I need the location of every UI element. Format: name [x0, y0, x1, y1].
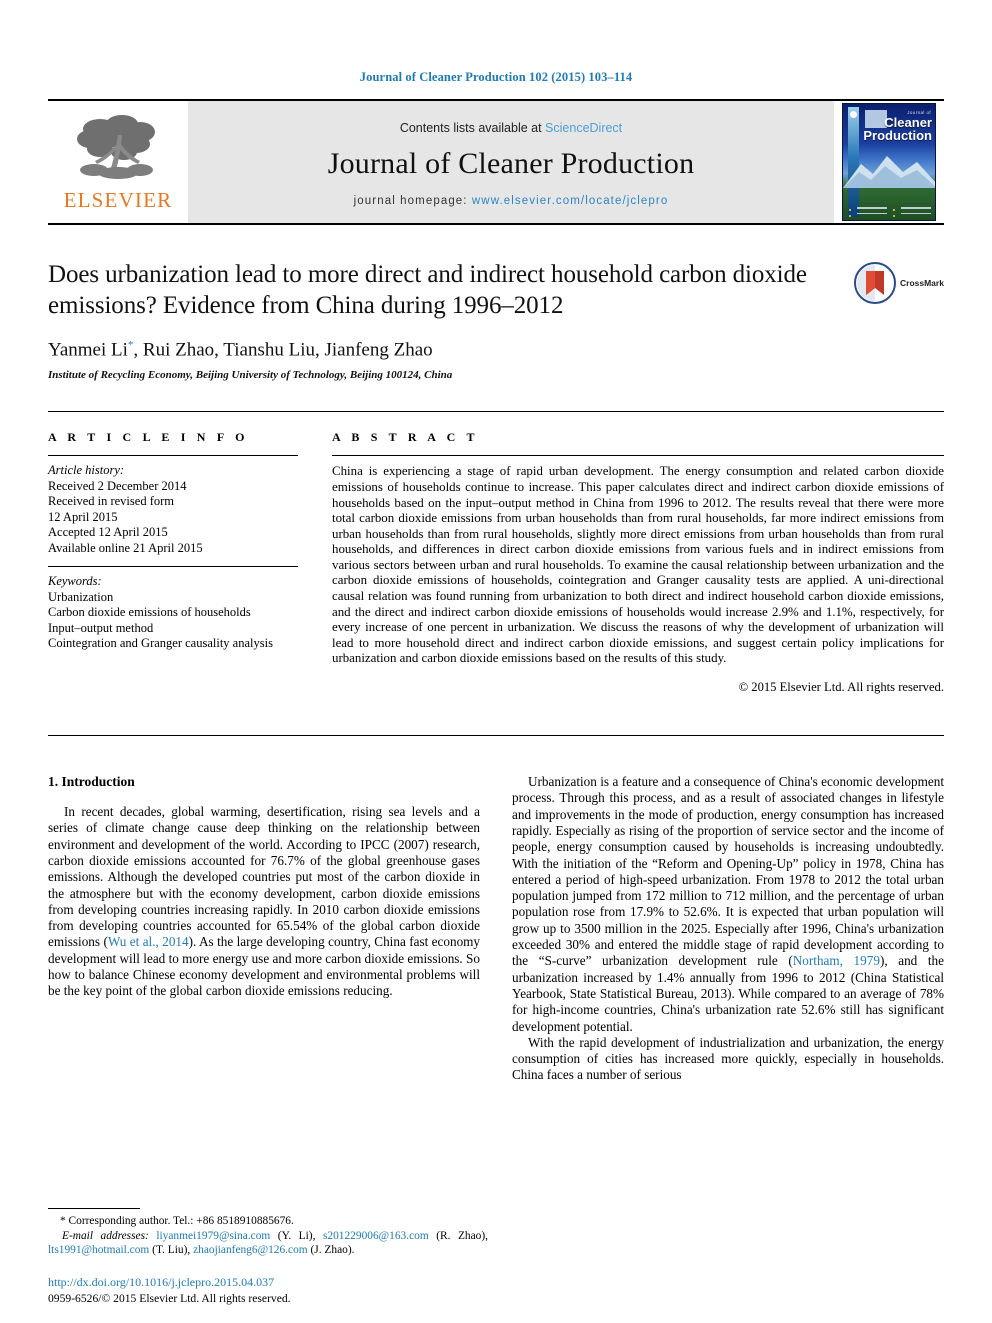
article-info-heading: A R T I C L E I N F O: [48, 430, 249, 445]
history-item: Received in revised form: [48, 494, 174, 509]
cover-title-line2: Production: [863, 127, 932, 143]
abstract-copyright: © 2015 Elsevier Ltd. All rights reserved…: [738, 680, 944, 695]
intro-p1-part-a: In recent decades, global warming, deser…: [48, 804, 480, 950]
history-item: Received 2 December 2014: [48, 478, 187, 493]
running-head: Journal of Cleaner Production 102 (2015)…: [359, 70, 633, 84]
doi-link[interactable]: http://dx.doi.org/10.1016/j.jclepro.2015…: [48, 1275, 291, 1290]
body-column-left: 1. Introduction In recent decades, globa…: [48, 774, 480, 1084]
keyword-item: Urbanization: [48, 589, 114, 604]
author-list: Yanmei Li*, Rui Zhao, Tianshu Liu, Jianf…: [48, 339, 844, 361]
page-title: Does urbanization lead to more direct an…: [48, 261, 807, 319]
email-link-3[interactable]: lts1991@hotmail.com: [48, 1244, 149, 1256]
footnote-block: * Corresponding author. Tel.: +86 851891…: [48, 1208, 488, 1257]
article-info-column: A R T I C L E I N F O Article history: R…: [48, 430, 298, 695]
email-owner-4: (J. Zhao).: [310, 1243, 355, 1256]
issn-copyright-line: 0959-6526/© 2015 Elsevier Ltd. All right…: [48, 1292, 291, 1305]
body-separator-rule: [48, 735, 944, 737]
journal-masthead: ELSEVIER Contents lists available at Sci…: [48, 99, 944, 225]
footnote-rule: [48, 1208, 140, 1210]
title-block: Does urbanization lead to more direct an…: [48, 259, 944, 381]
elsevier-tree-icon: [77, 115, 155, 179]
keyword-item: Input–output method: [48, 620, 154, 635]
email-addresses-note: E-mail addresses: liyanmei1979@sina.com …: [48, 1229, 488, 1257]
article-history-label: Article history:: [48, 463, 125, 478]
corresponding-author-note: * Corresponding author. Tel.: +86 851891…: [60, 1215, 294, 1228]
crossmark-badge[interactable]: CrossMark: [854, 261, 944, 305]
history-item: 12 April 2015: [48, 509, 118, 524]
crossmark-label: CrossMark: [900, 278, 944, 288]
affiliation: Institute of Recycling Economy, Beijing …: [48, 369, 453, 382]
citation-northam-1979[interactable]: Northam, 1979: [793, 953, 880, 968]
keywords-group: Keywords: Urbanization Carbon dioxide em…: [48, 567, 298, 662]
footnote-text: * Corresponding author. Tel.: +86 851891…: [48, 1214, 488, 1257]
journal-title: Journal of Cleaner Production: [327, 147, 695, 180]
history-item: Accepted 12 April 2015: [48, 525, 168, 540]
email-link-1[interactable]: liyanmei1979@sina.com: [156, 1230, 270, 1242]
abstract-text: China is experiencing a stage of rapid u…: [332, 464, 944, 666]
email-owner-1: (Y. Li),: [277, 1229, 316, 1242]
keyword-item: Cointegration and Granger causality anal…: [48, 636, 273, 651]
masthead-center: Contents lists available at ScienceDirec…: [188, 101, 834, 223]
keywords-label: Keywords:: [48, 574, 102, 589]
abstract-heading: A B S T R A C T: [332, 430, 479, 445]
sciencedirect-link[interactable]: ScienceDirect: [545, 121, 622, 135]
journal-cover-thumbnail: Journal of Cleaner Production: [834, 101, 944, 223]
authors-remaining: , Rui Zhao, Tianshu Liu, Jianfeng Zhao: [133, 339, 433, 361]
email-link-4[interactable]: zhaojianfeng6@126.com: [193, 1244, 308, 1256]
citation-wu-2014[interactable]: Wu et al., 2014: [108, 934, 189, 949]
cover-mountain-illustration: [843, 156, 935, 188]
abstract-column: A B S T R A C T China is experiencing a …: [332, 430, 944, 695]
email-label: E-mail addresses:: [62, 1229, 149, 1242]
intro-paragraph-2: Urbanization is a feature and a conseque…: [512, 774, 944, 1035]
homepage-prefix: journal homepage:: [353, 195, 472, 207]
keyword-item: Carbon dioxide emissions of households: [48, 605, 251, 620]
email-owner-2: (R. Zhao),: [436, 1229, 489, 1242]
contents-prefix: Contents lists available at: [399, 121, 546, 135]
info-abstract-section: A R T I C L E I N F O Article history: R…: [48, 411, 944, 695]
intro-paragraph-1: In recent decades, global warming, deser…: [48, 804, 480, 1000]
cover-title: Cleaner Production: [848, 116, 932, 143]
body-columns: 1. Introduction In recent decades, globa…: [48, 774, 944, 1084]
journal-homepage-line: journal homepage: www.elsevier.com/locat…: [354, 195, 669, 207]
section-title-introduction: 1. Introduction: [48, 774, 135, 790]
history-item: Available online 21 April 2015: [48, 540, 203, 555]
intro-paragraph-3: With the rapid development of industrial…: [512, 1034, 944, 1083]
homepage-url-link[interactable]: www.elsevier.com/locate/jclepro: [472, 195, 668, 207]
elsevier-logo: ELSEVIER: [48, 101, 188, 223]
footer-doi-block: http://dx.doi.org/10.1016/j.jclepro.2015…: [48, 1275, 291, 1305]
contents-line: Contents lists available at ScienceDirec…: [400, 121, 622, 135]
intro-p2-part-a: Urbanization is a feature and a conseque…: [512, 774, 944, 969]
elsevier-wordmark: ELSEVIER: [63, 188, 173, 212]
author-first: Yanmei Li: [48, 339, 128, 361]
cover-image: Journal of Cleaner Production: [842, 103, 936, 221]
email-owner-3: (T. Liu),: [152, 1243, 191, 1256]
cover-footer-lines: [849, 207, 931, 217]
paper-page: Journal of Cleaner Production 102 (2015)…: [0, 0, 992, 1323]
article-history-group: Article history: Received 2 December 201…: [48, 456, 298, 566]
crossmark-icon: [854, 262, 896, 304]
body-column-right: Urbanization is a feature and a conseque…: [512, 774, 944, 1084]
email-link-2[interactable]: s201229006@163.com: [323, 1230, 429, 1242]
